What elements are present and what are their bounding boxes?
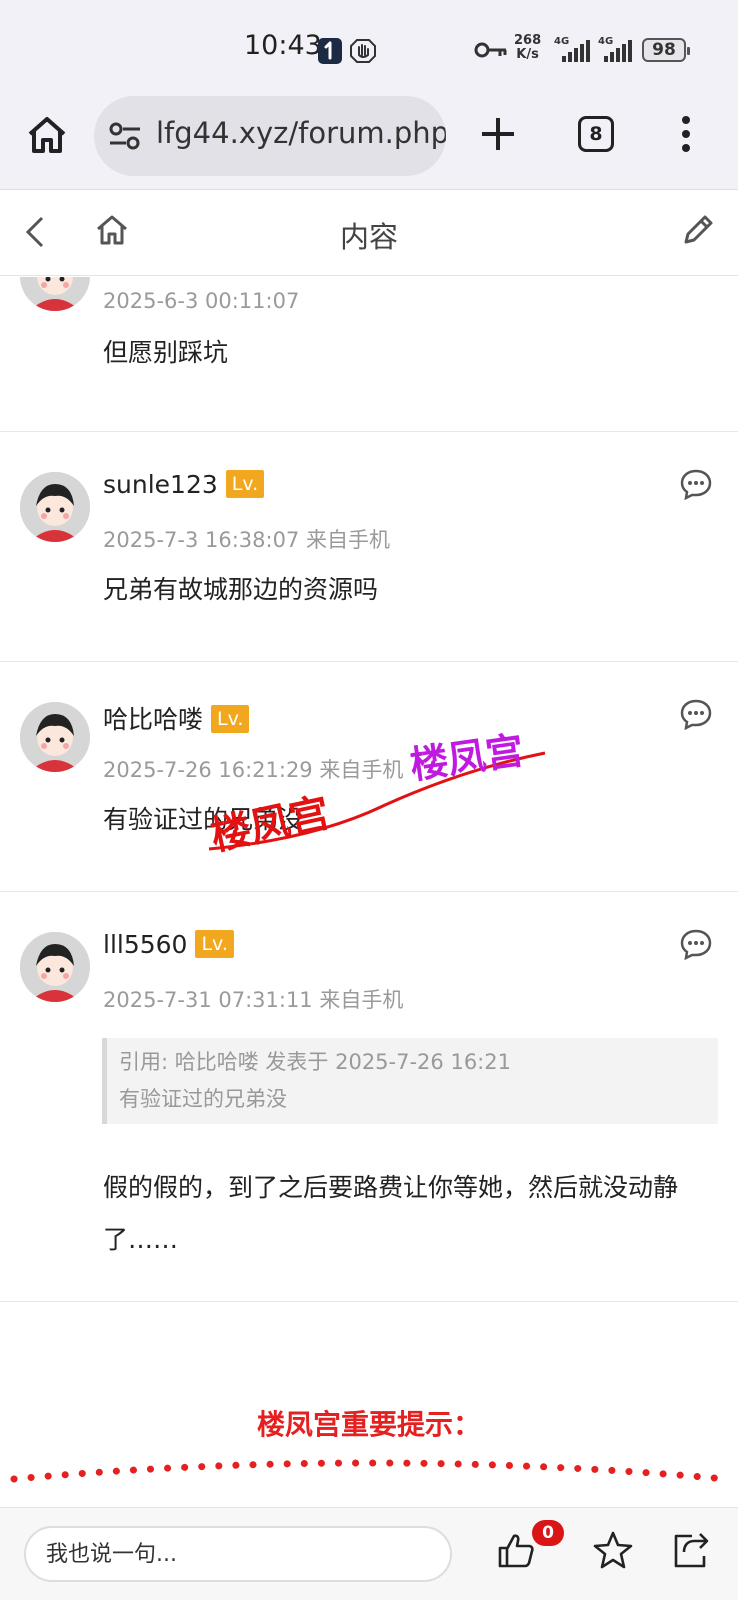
favorite-star-icon[interactable] [592,1530,634,1570]
avatar[interactable] [20,277,90,311]
level-badge: Lv. [211,705,250,733]
notice-dotted-border [10,1459,730,1483]
reply-input[interactable] [24,1526,452,1582]
post-time: 2025-6-3 00:11:07 [103,289,300,313]
browser-home-icon[interactable] [24,112,70,158]
post-time: 2025-7-31 07:31:11 来自手机 [103,988,404,1012]
post-content: 假的假的，到了之后要路费让你等她，然后就没动静了…… [103,1173,679,1254]
reply-comment-icon[interactable] [680,698,712,730]
quote-text: 有验证过的兄弟没 [119,1087,287,1111]
page-title: 内容 [339,220,398,254]
level-badge: Lv. [225,470,265,498]
network-speed: 268 K/s [514,33,542,62]
username[interactable]: lll5560 Lv. [103,930,234,959]
post-item: 2025-6-3 00:11:07 但愿别踩坑 [0,277,738,432]
avatar-face-icon [20,472,90,542]
level-badge: Lv. [195,930,234,958]
post-item: lll5560 Lv. 2025-7-31 07:31:11 来自手机 引用: 哈… [0,892,738,1302]
page-header: 内容 [0,190,738,276]
post-content: 兄弟有故城那边的资源吗 [103,575,379,604]
avatar[interactable] [20,932,90,1002]
quote-block: 引用: 哈比哈喽 发表于 2025-7-26 16:21 有验证过的兄弟没 [102,1038,718,1124]
battery-indicator: 98 [642,38,690,62]
share-icon[interactable] [670,1530,710,1570]
status-time: 10:43 [244,30,322,61]
avatar-face-icon [20,277,90,311]
hand-stop-icon [350,39,376,63]
post-content: 有验证过的兄弟没 [103,805,304,834]
address-bar[interactable]: lfg44.xyz/forum.php [94,96,446,176]
app-notification-icon [318,38,342,64]
username[interactable]: 哈比哈喽 Lv. [103,700,250,736]
like-thumbs-up-icon[interactable] [496,1530,536,1570]
notice-title: 楼凤宫重要提示： [256,1408,481,1441]
key-icon [474,42,507,58]
signal-icon [604,40,632,62]
quote-header: 引用: 哈比哈喽 发表于 2025-7-26 16:21 [119,1050,511,1074]
post-list: 2025-6-3 00:11:07 但愿别踩坑 sunle123 Lv. 2025… [0,277,738,1507]
reply-comment-icon[interactable] [680,928,712,960]
more-menu-icon[interactable] [680,114,692,154]
avatar[interactable] [20,472,90,542]
avatar-face-icon [20,932,90,1002]
signal-icon [562,40,590,62]
site-settings-icon[interactable] [108,120,142,152]
edit-pencil-icon[interactable] [680,212,716,248]
post-item: sunle123 Lv. 2025-7-3 16:38:07 来自手机 兄弟有故城… [0,432,738,662]
browser-toolbar: lfg44.xyz/forum.php 8 [0,92,738,190]
post-time: 2025-7-26 16:21:29 来自手机 [103,758,404,782]
url-text[interactable]: lfg44.xyz/forum.php [156,116,446,150]
username[interactable]: sunle123 Lv. [103,470,265,499]
like-count-badge: 0 [532,1520,564,1546]
tab-switcher-button[interactable]: 8 [578,116,614,152]
avatar-face-icon [20,702,90,772]
status-bar: 10:43 268 K/s 4G 4G 98 [0,0,738,92]
bottom-reply-bar: 0 [0,1507,738,1600]
reply-comment-icon[interactable] [680,468,712,500]
post-time: 2025-7-3 16:38:07 来自手机 [103,528,390,552]
avatar[interactable] [20,702,90,772]
post-content: 但愿别踩坑 [103,338,229,367]
new-tab-plus-icon[interactable] [478,114,518,154]
post-item: 哈比哈喽 Lv. 2025-7-26 16:21:29 来自手机 有验证过的兄弟没 [0,662,738,892]
